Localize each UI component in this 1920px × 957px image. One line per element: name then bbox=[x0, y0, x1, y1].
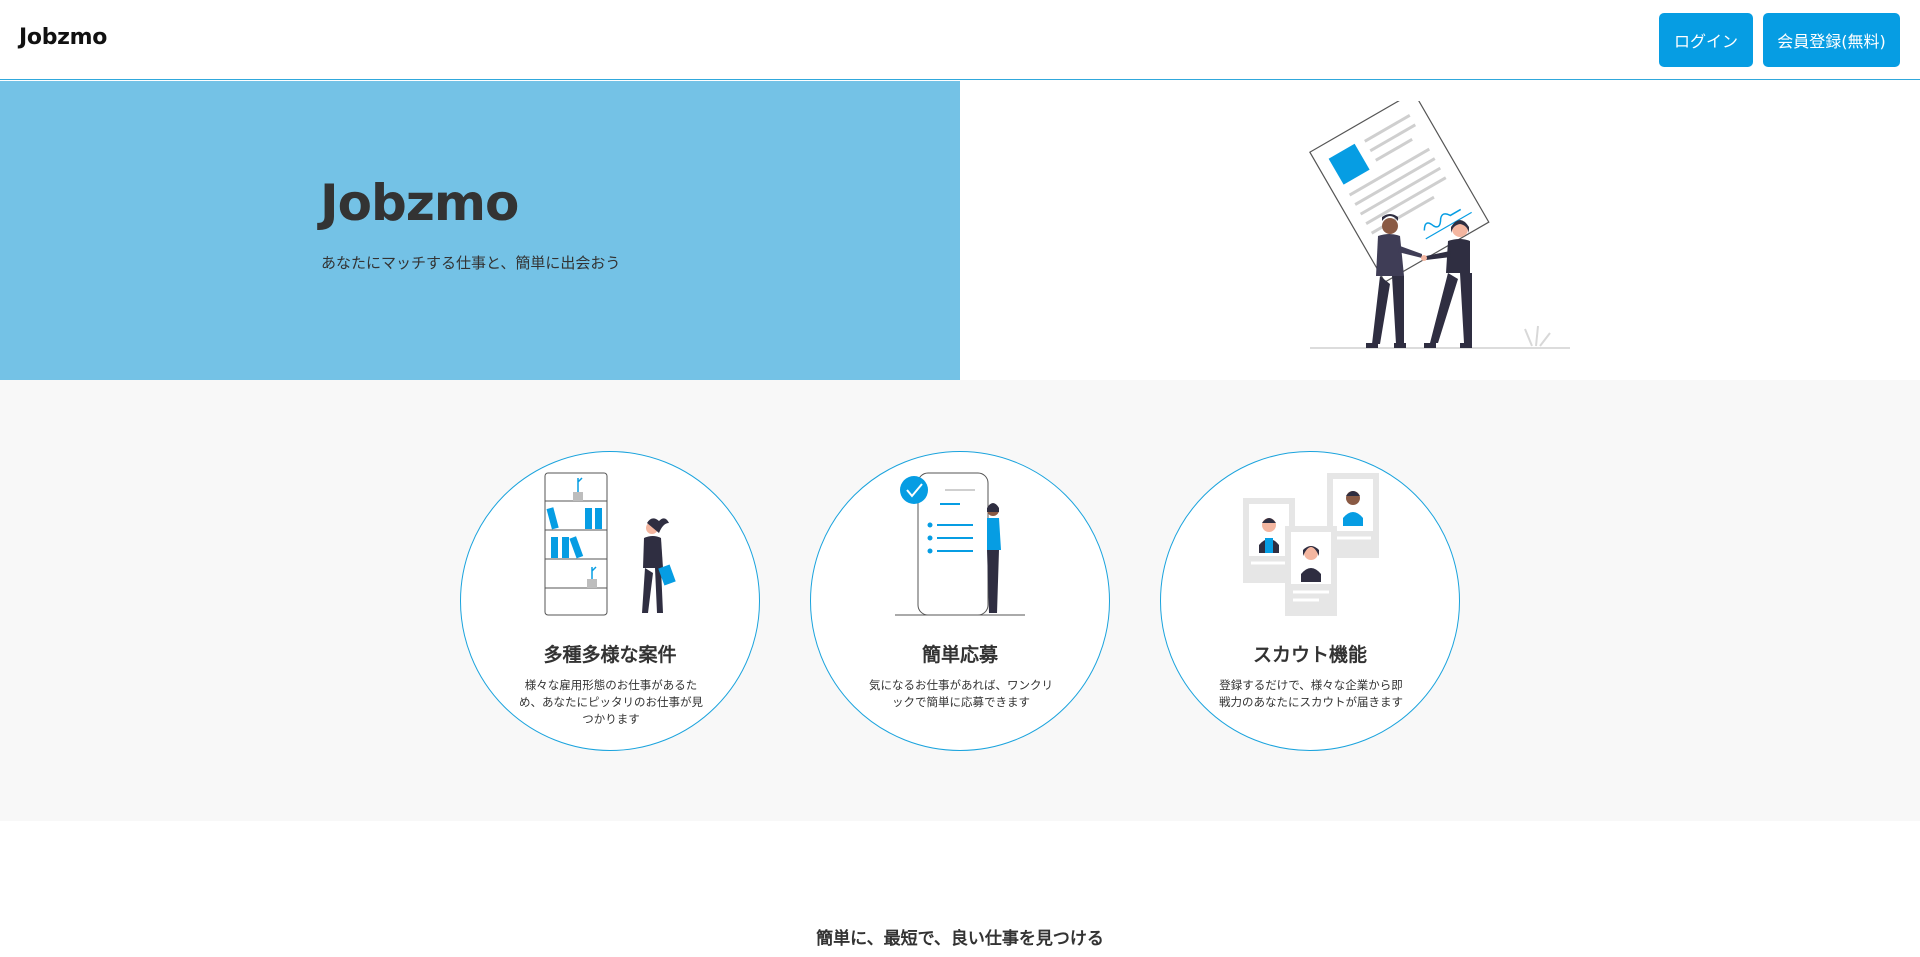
hero-subtitle: あなたにマッチする仕事と、簡単に出会おう bbox=[321, 254, 621, 272]
feature-card-easy-apply: 簡単応募 気になるお仕事があれば、ワンクリックで簡単に応募できます bbox=[810, 451, 1110, 751]
hero-panel: Jobzmo あなたにマッチする仕事と、簡単に出会おう bbox=[0, 81, 960, 380]
feature-description: 気になるお仕事があれば、ワンクリックで簡単に応募できます bbox=[869, 678, 1053, 709]
contract-handshake-illustration bbox=[1309, 101, 1570, 349]
feature-title: スカウト機能 bbox=[1252, 644, 1367, 666]
feature-description: 登録するだけで、様々な企業から即戦力のあなたにスカウトが届きます bbox=[1219, 678, 1403, 709]
feature-title: 多種多様な案件 bbox=[543, 644, 677, 666]
register-button[interactable]: 会員登録(無料) bbox=[1763, 13, 1900, 67]
phone-checklist-illustration bbox=[895, 472, 1025, 616]
feature-description: 様々な雇用形態のお仕事があるため、あなたにピッタリのお仕事が見つかります bbox=[519, 678, 703, 726]
features-section: 多種多様な案件 様々な雇用形態のお仕事があるため、あなたにピッタリのお仕事が見つ… bbox=[0, 380, 1920, 821]
site-logo[interactable]: Jobzmo bbox=[19, 25, 107, 50]
profile-cards-illustration bbox=[1243, 473, 1379, 616]
site-header: Jobzmo ログイン 会員登録(無料) bbox=[0, 0, 1920, 80]
feature-card-various-jobs: 多種多様な案件 様々な雇用形態のお仕事があるため、あなたにピッタリのお仕事が見つ… bbox=[460, 451, 760, 751]
login-button[interactable]: ログイン bbox=[1659, 13, 1753, 67]
feature-card-scout: スカウト機能 登録するだけで、様々な企業から即戦力のあなたにスカウトが届きます bbox=[1160, 451, 1460, 751]
bookshelf-woman-illustration bbox=[544, 472, 676, 616]
section-heading: 簡単に、最短で、良い仕事を見つける bbox=[816, 929, 1104, 949]
hero-illustration-panel bbox=[960, 81, 1920, 380]
hero-title: Jobzmo bbox=[320, 174, 519, 232]
feature-title: 簡単応募 bbox=[921, 644, 998, 666]
